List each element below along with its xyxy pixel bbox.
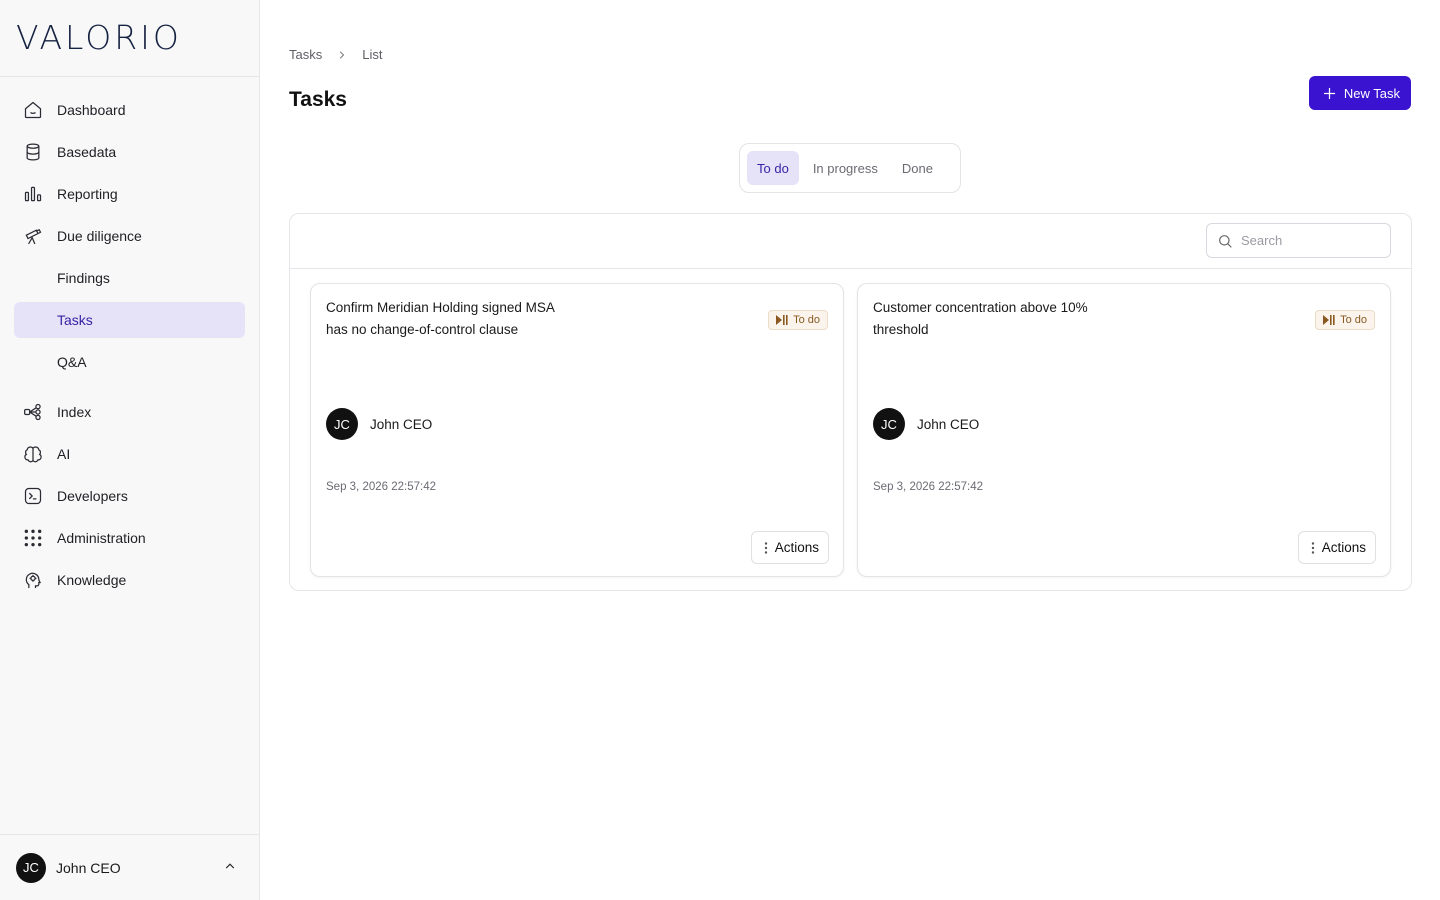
main-content: Tasks List Tasks New Task To do In progr…: [260, 0, 1440, 900]
actions-button[interactable]: Actions: [1297, 531, 1376, 564]
breadcrumb: Tasks List: [289, 47, 382, 62]
plus-icon: [1322, 86, 1337, 101]
sidebar-item-reporting[interactable]: Reporting: [14, 176, 245, 212]
sidebar-item-label: Knowledge: [57, 572, 127, 588]
database-icon: [23, 142, 43, 162]
panel-toolbar: [290, 214, 1411, 269]
telescope-icon: [23, 226, 43, 246]
status-label: To do: [793, 314, 820, 326]
sidebar-nav: Dashboard Basedata Reporting Due diligen…: [0, 77, 259, 598]
logo-area: VALORIO: [0, 0, 259, 77]
new-task-button[interactable]: New Task: [1308, 76, 1411, 110]
task-cards: Confirm Meridian Holding signed MSA has …: [310, 283, 1391, 577]
task-card[interactable]: Confirm Meridian Holding signed MSA has …: [310, 283, 844, 577]
avatar: JC: [16, 852, 46, 883]
status-tabs: To do In progress Done: [739, 143, 961, 193]
status-badge: To do: [1315, 310, 1375, 330]
actions-label: Actions: [774, 540, 819, 555]
actions-label: Actions: [1321, 540, 1366, 555]
status-label: To do: [1340, 314, 1367, 326]
bar-chart-icon: [23, 184, 43, 204]
sidebar-item-label: Developers: [57, 488, 128, 504]
sidebar-item-administration[interactable]: Administration: [14, 520, 245, 556]
chevron-right-icon: [336, 49, 348, 61]
sidebar-item-knowledge[interactable]: Knowledge: [14, 562, 245, 598]
sidebar-item-label: Tasks: [57, 312, 93, 328]
breadcrumb-tasks[interactable]: Tasks: [289, 47, 322, 62]
grid-dots-icon: [23, 528, 43, 548]
home-icon: [23, 100, 43, 120]
sidebar-item-label: Reporting: [57, 186, 118, 202]
task-title: Confirm Meridian Holding signed MSA has …: [326, 300, 555, 337]
sidebar-item-ai[interactable]: AI: [14, 436, 245, 472]
sidebar-item-index[interactable]: Index: [14, 394, 245, 430]
sidebar-item-dashboard[interactable]: Dashboard: [14, 92, 245, 128]
actions-button[interactable]: Actions: [750, 531, 829, 564]
more-vertical-icon: [764, 541, 768, 554]
task-card[interactable]: Customer concentration above 10% thresho…: [857, 283, 1391, 577]
tab-to-do[interactable]: To do: [747, 151, 799, 185]
user-menu[interactable]: JC John CEO: [0, 834, 259, 900]
task-timestamp: Sep 3, 2026 22:57:42: [326, 481, 436, 493]
task-title: Customer concentration above 10% thresho…: [873, 300, 1088, 337]
search-icon: [1217, 233, 1233, 249]
sidebar-item-label: Basedata: [57, 144, 117, 160]
new-task-label: New Task: [1343, 85, 1400, 101]
search-box[interactable]: [1206, 223, 1391, 258]
task-timestamp: Sep 3, 2026 22:57:42: [873, 481, 983, 493]
sidebar-item-basedata[interactable]: Basedata: [14, 134, 245, 170]
sidebar-item-label: Dashboard: [57, 102, 126, 118]
chevron-up-icon[interactable]: [223, 859, 237, 878]
sidebar-item-label: Index: [57, 404, 92, 420]
network-icon: [23, 402, 43, 422]
breadcrumb-list: List: [362, 47, 383, 62]
sidebar-item-due-diligence[interactable]: Due diligence: [14, 218, 245, 254]
assignee-name: John CEO: [370, 416, 433, 432]
sidebar-item-label: AI: [57, 446, 71, 462]
sidebar: VALORIO Dashboard Basedata Reporting Due…: [0, 0, 260, 900]
user-name: John CEO: [56, 859, 121, 876]
assignee: JC John CEO: [326, 408, 432, 440]
avatar: JC: [326, 408, 358, 440]
sidebar-item-developers[interactable]: Developers: [14, 478, 245, 514]
play-pause-icon: [1323, 315, 1335, 325]
sidebar-item-findings[interactable]: Findings: [14, 260, 245, 296]
tab-done[interactable]: Done: [892, 151, 943, 185]
avatar: JC: [873, 408, 905, 440]
sidebar-item-label: Due diligence: [57, 228, 142, 244]
sidebar-item-label: Findings: [57, 270, 110, 286]
assignee: JC John CEO: [873, 408, 979, 440]
sidebar-item-qa[interactable]: Q&A: [14, 344, 245, 380]
search-input[interactable]: [1241, 233, 1381, 248]
logo[interactable]: VALORIO: [16, 21, 182, 54]
sidebar-item-label: Q&A: [57, 354, 87, 370]
status-badge: To do: [768, 310, 828, 330]
brain-icon: [23, 444, 43, 464]
tab-in-progress[interactable]: In progress: [803, 151, 888, 185]
assignee-name: John CEO: [917, 416, 980, 432]
head-icon: [23, 570, 43, 590]
sidebar-item-tasks[interactable]: Tasks: [14, 302, 245, 338]
sidebar-item-label: Administration: [57, 530, 146, 546]
terminal-icon: [23, 486, 43, 506]
tasks-panel: Confirm Meridian Holding signed MSA has …: [289, 213, 1412, 591]
page-title: Tasks: [289, 88, 347, 111]
play-pause-icon: [776, 315, 788, 325]
more-vertical-icon: [1311, 541, 1315, 554]
